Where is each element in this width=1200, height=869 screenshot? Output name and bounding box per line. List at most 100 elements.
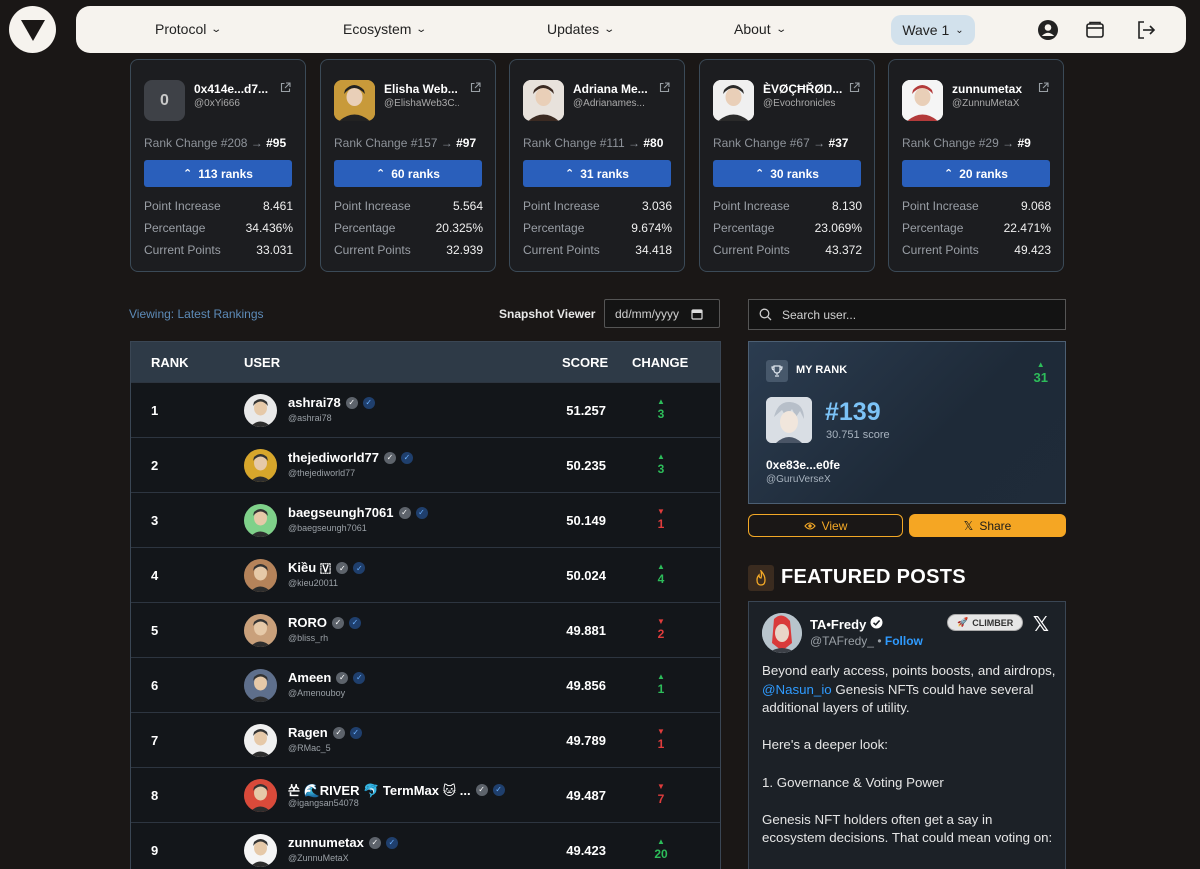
- ranks-gained-button[interactable]: ⌃ 31 ranks: [523, 160, 671, 187]
- stat-value: 23.069%: [814, 221, 862, 235]
- post-body: Beyond early access, points boosts, and …: [762, 662, 1057, 867]
- top-mover-card[interactable]: 0 0x414e...d7... @0xYi666 Rank Change #2…: [130, 59, 306, 272]
- header-score[interactable]: SCORE: [562, 355, 608, 370]
- follow-link[interactable]: Follow: [885, 634, 923, 648]
- search-placeholder: Search user...: [782, 307, 857, 322]
- external-link-icon[interactable]: [849, 80, 860, 98]
- user-name[interactable]: zunnumetax ✓ ✓: [288, 835, 398, 850]
- row-change-value: 1: [657, 682, 665, 696]
- avatar[interactable]: [244, 394, 277, 427]
- avatar[interactable]: [244, 669, 277, 702]
- table-header: RANK USER SCORE CHANGE: [131, 342, 720, 382]
- logout-icon[interactable]: [1135, 19, 1157, 41]
- snapshot-date-input[interactable]: dd/mm/yyyy: [604, 299, 720, 328]
- nav-ecosystem[interactable]: Ecosystem ⌄: [343, 21, 428, 37]
- nav-about[interactable]: About ⌄: [734, 21, 787, 37]
- row-change-value: 20: [654, 847, 668, 861]
- avatar[interactable]: [244, 559, 277, 592]
- post-handle-text: @TAFredy_: [810, 634, 874, 648]
- nav-protocol-label: Protocol: [155, 21, 207, 37]
- rank-to: #95: [266, 136, 287, 150]
- ranks-gained-button[interactable]: ⌃ 60 ranks: [334, 160, 482, 187]
- view-button[interactable]: View: [748, 514, 903, 537]
- table-row[interactable]: 8 쏜 🌊RIVER 🐬 TermMax 🐱 ... ✓ ✓ @igangsan…: [131, 767, 720, 822]
- mention-link[interactable]: @Nasun_io: [762, 682, 832, 697]
- check-badge-icon: ✓: [475, 783, 488, 796]
- avatar[interactable]: [244, 724, 277, 757]
- user-handle: @ashrai78: [288, 413, 332, 423]
- nav-ecosystem-label: Ecosystem: [343, 21, 412, 37]
- stat-current-points: Current Points 32.939: [334, 243, 483, 257]
- nav-updates[interactable]: Updates ⌄: [547, 21, 615, 37]
- my-rank-change-value: 31: [1033, 370, 1048, 385]
- stat-label: Point Increase: [523, 199, 600, 213]
- stat-value: 34.436%: [245, 221, 293, 235]
- user-name[interactable]: Kiều 🇻 ✓ ✓: [288, 560, 366, 576]
- x-logo-icon[interactable]: 𝕏: [1033, 612, 1049, 637]
- eye-icon: [803, 521, 816, 530]
- featured-post-card[interactable]: TA•Fredy @TAFredy_ • Follow 🚀 CLIMBER 𝕏 …: [748, 601, 1066, 869]
- user-name[interactable]: Ragen ✓ ✓: [288, 725, 362, 740]
- avatar[interactable]: [244, 504, 277, 537]
- top-mover-card[interactable]: zunnumetax @ZunnuMetaX Rank Change #29 →…: [888, 59, 1064, 272]
- table-row[interactable]: 7 Ragen ✓ ✓ @RMac_5 49.789 ▼ 1: [131, 712, 720, 767]
- brand-logo[interactable]: [9, 6, 56, 53]
- user-name[interactable]: thejediworld77 ✓ ✓: [288, 450, 414, 465]
- avatar[interactable]: [244, 834, 277, 867]
- verified-icon: ✓: [353, 671, 366, 684]
- user-name[interactable]: baegseungh7061 ✓ ✓: [288, 505, 428, 520]
- stat-label: Percentage: [334, 221, 396, 235]
- avatar[interactable]: [762, 613, 802, 653]
- rank-change: Rank Change #67 → #37: [713, 136, 848, 150]
- user-name-text: Ragen: [288, 725, 328, 740]
- post-author[interactable]: TA•Fredy: [810, 616, 883, 632]
- wave-selector[interactable]: Wave 1 ⌄: [891, 15, 975, 45]
- my-handle: @GuruVerseX: [766, 474, 831, 485]
- top-mover-card[interactable]: ÈVØÇĦŘØŊ... @Evochronicles Rank Change #…: [699, 59, 875, 272]
- share-button[interactable]: 𝕏 Share: [909, 514, 1066, 537]
- avatar[interactable]: [244, 449, 277, 482]
- ranks-gained-button[interactable]: ⌃ 113 ranks: [144, 160, 292, 187]
- table-row[interactable]: 3 baegseungh7061 ✓ ✓ @baegseungh7061 50.…: [131, 492, 720, 547]
- table-row[interactable]: 9 zunnumetax ✓ ✓ @ZunnuMetaX 49.423 ▲ 20: [131, 822, 720, 869]
- nav-protocol[interactable]: Protocol ⌄: [155, 21, 222, 37]
- mover-handle: @ZunnuMetaX: [952, 98, 1020, 109]
- top-mover-card[interactable]: Elisha Web... @ElishaWeb3C... Rank Chang…: [320, 59, 496, 272]
- avatar[interactable]: [244, 779, 277, 812]
- table-row[interactable]: 1 ashrai78 ✓ ✓ @ashrai78 51.257 ▲ 3: [131, 382, 720, 437]
- post-paragraph: Beyond early access, points boosts, and …: [762, 662, 1057, 718]
- row-rank: 3: [151, 513, 159, 528]
- table-row[interactable]: 5 RORO ✓ ✓ @bliss_rh 49.881 ▼ 2: [131, 602, 720, 657]
- wallet-icon[interactable]: [1084, 19, 1106, 41]
- header-rank[interactable]: RANK: [151, 355, 189, 370]
- user-circle-icon[interactable]: [1037, 19, 1059, 41]
- row-score: 49.856: [566, 678, 606, 693]
- table-row[interactable]: 2 thejediworld77 ✓ ✓ @thejediworld77 50.…: [131, 437, 720, 492]
- external-link-icon[interactable]: [470, 80, 481, 98]
- user-name[interactable]: 쏜 🌊RIVER 🐬 TermMax 🐱 ... ✓ ✓: [288, 780, 505, 799]
- user-name-text: Kiều 🇻: [288, 560, 332, 575]
- stat-value: 8.461: [262, 199, 293, 213]
- external-link-icon[interactable]: [280, 80, 291, 98]
- table-row[interactable]: 6 Ameen ✓ ✓ @Amenouboy 49.856 ▲ 1: [131, 657, 720, 712]
- external-link-icon[interactable]: [659, 80, 670, 98]
- search-user-input[interactable]: Search user...: [748, 299, 1066, 330]
- table-row[interactable]: 4 Kiều 🇻 ✓ ✓ @kieu20011 50.024 ▲ 4: [131, 547, 720, 602]
- ranks-gained-button[interactable]: ⌃ 30 ranks: [713, 160, 861, 187]
- row-score: 49.423: [566, 843, 606, 858]
- user-name[interactable]: Ameen ✓ ✓: [288, 670, 366, 685]
- stat-value: 43.372: [825, 243, 862, 257]
- header-change[interactable]: CHANGE: [632, 355, 688, 370]
- user-name[interactable]: ashrai78 ✓ ✓: [288, 395, 375, 410]
- mover-name: Adriana Me...: [573, 82, 648, 96]
- leaderboard-table: RANK USER SCORE CHANGE 1 ashrai78 ✓ ✓ @a…: [130, 341, 721, 869]
- header-user[interactable]: USER: [244, 355, 280, 370]
- stat-value: 32.939: [446, 243, 483, 257]
- avatar[interactable]: [244, 614, 277, 647]
- top-mover-card[interactable]: Adriana Me... @Adrianames... Rank Change…: [509, 59, 685, 272]
- row-score: 49.487: [566, 788, 606, 803]
- ranks-gained-button[interactable]: ⌃ 20 ranks: [902, 160, 1050, 187]
- calendar-icon[interactable]: [691, 308, 703, 320]
- external-link-icon[interactable]: [1038, 80, 1049, 98]
- user-name[interactable]: RORO ✓ ✓: [288, 615, 361, 630]
